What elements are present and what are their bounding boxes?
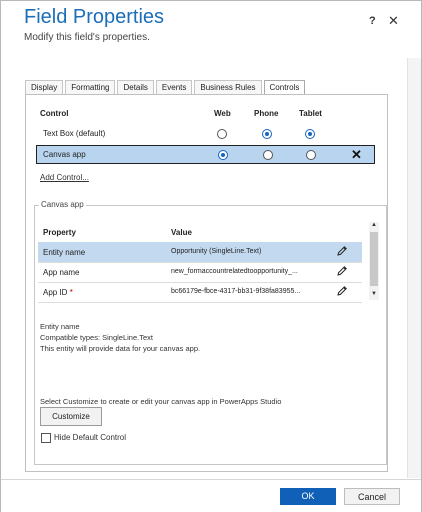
control-row-text-box[interactable]: Text Box (default) [37, 125, 374, 142]
scroll-down-icon[interactable]: ▼ [371, 291, 377, 297]
web-radio[interactable] [217, 129, 227, 139]
property-name: App ID * [43, 288, 73, 297]
property-row-entity-name[interactable]: Entity name Opportunity (SingleLine.Text… [38, 242, 362, 263]
info-compatible-types: Compatible types: SingleLine.Text [40, 333, 153, 342]
tab-controls[interactable]: Controls [263, 80, 306, 95]
property-row-app-id[interactable]: App ID * bc66179e-fbce-4317-bb31-9f38fa8… [38, 282, 362, 303]
hide-default-control-checkbox[interactable] [41, 433, 51, 443]
hide-default-control-label: Hide Default Control [54, 433, 127, 442]
phone-radio[interactable] [263, 150, 273, 160]
dialog-title: Field Properties [24, 6, 165, 28]
info-entity-name: Entity name [40, 322, 80, 331]
web-column-header: Web [214, 109, 231, 118]
edit-pencil-icon[interactable] [336, 265, 348, 277]
customize-instructions: Select Customize to create or edit your … [40, 397, 282, 406]
tab-details[interactable]: Details [117, 80, 154, 94]
property-row-app-name[interactable]: App name new_formaccountrelatedtoopportu… [38, 262, 362, 283]
tab-events[interactable]: Events [155, 80, 193, 94]
customize-button[interactable]: Customize [40, 407, 102, 426]
dialog-scrollbar[interactable] [407, 58, 421, 478]
value-column-header: Value [171, 228, 192, 237]
control-column-header: Control [40, 109, 69, 118]
property-value: bc66179e-fbce-4317-bb31-9f38fa83955... [171, 288, 301, 295]
field-properties-dialog: Field Properties Modify this field's pro… [0, 0, 422, 512]
cancel-button[interactable]: Cancel [344, 488, 400, 505]
scroll-up-icon[interactable]: ▲ [371, 222, 377, 228]
property-table-scrollbar[interactable]: ▲ ▼ [369, 222, 379, 300]
dialog-footer: OK Cancel [1, 479, 421, 512]
remove-control-icon[interactable]: ✕ [351, 147, 362, 163]
edit-pencil-icon[interactable] [336, 245, 348, 257]
web-radio[interactable] [218, 150, 228, 160]
property-name: App name [43, 268, 80, 277]
help-icon[interactable]: ? [369, 15, 376, 27]
scroll-thumb[interactable] [370, 232, 378, 286]
control-name: Text Box (default) [43, 129, 106, 138]
ok-button[interactable]: OK [280, 488, 336, 505]
property-name-text: App ID [43, 288, 68, 297]
property-value: Opportunity (SingleLine.Text) [171, 248, 262, 255]
property-value: new_formaccountrelatedtoopportunity_... [171, 268, 298, 275]
edit-pencil-icon[interactable] [336, 285, 348, 297]
dialog-subtitle: Modify this field's properties. [24, 32, 150, 43]
info-description: This entity will provide data for your c… [40, 344, 201, 353]
tablet-column-header: Tablet [299, 109, 322, 118]
tablet-radio[interactable] [305, 129, 315, 139]
tab-strip: Display Formatting Details Events Busine… [25, 80, 307, 95]
phone-column-header: Phone [254, 109, 279, 118]
canvas-app-legend: Canvas app [39, 200, 86, 209]
tab-display[interactable]: Display [25, 80, 64, 94]
add-control-link[interactable]: Add Control... [40, 173, 89, 182]
tab-business-rules[interactable]: Business Rules [194, 80, 262, 94]
tablet-radio[interactable] [306, 150, 316, 160]
close-icon[interactable]: ✕ [388, 13, 399, 29]
phone-radio[interactable] [262, 129, 272, 139]
property-column-header: Property [43, 228, 76, 237]
property-name: Entity name [43, 248, 86, 257]
required-marker: * [69, 288, 73, 297]
control-name: Canvas app [43, 150, 86, 159]
property-table: Property Value Entity name Opportunity (… [38, 222, 379, 303]
tab-formatting[interactable]: Formatting [65, 80, 116, 94]
control-row-canvas-app[interactable]: Canvas app ✕ [36, 145, 375, 164]
